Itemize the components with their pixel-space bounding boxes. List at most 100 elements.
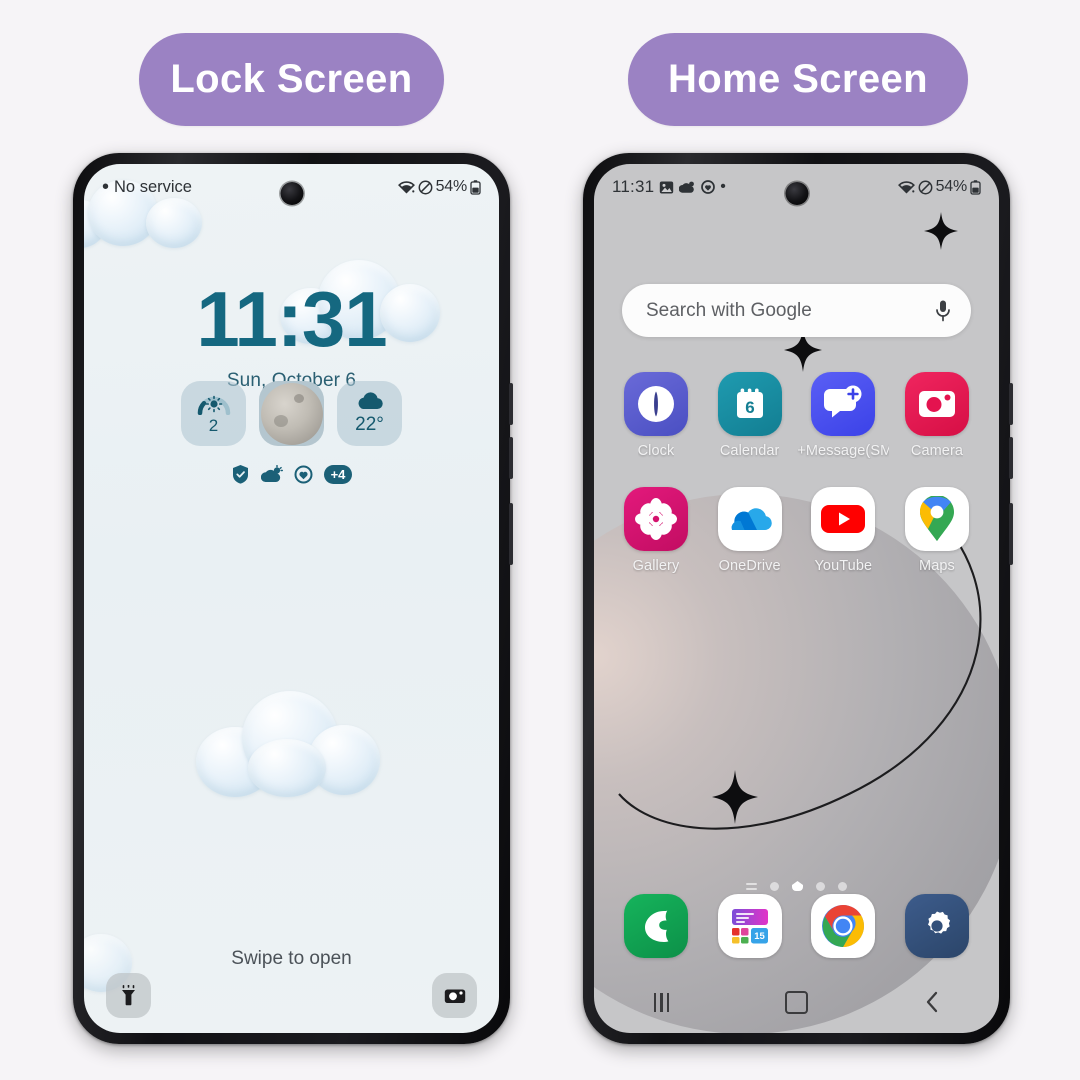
chrome-icon bbox=[811, 894, 876, 958]
lock-screen-display[interactable]: • No service 54% 11:31 Sun, 2 22° +4 Swi… bbox=[84, 164, 499, 1033]
app-label-plus-message: +Message(SM... bbox=[797, 443, 890, 459]
widget-day-number: 15 bbox=[754, 931, 765, 942]
lock-time: 11:31 bbox=[196, 275, 387, 363]
lock-clock[interactable]: 11:31 Sun, October 6 bbox=[84, 280, 499, 392]
app-row-2: Gallery OneDrive YouTube Maps bbox=[610, 487, 983, 574]
front-camera-punch-hole bbox=[280, 182, 303, 205]
volume-up-button-home[interactable] bbox=[1009, 383, 1013, 425]
lock-notification-icons: +4 bbox=[84, 464, 499, 484]
sun-gauge-icon bbox=[197, 395, 230, 415]
health-icon[interactable] bbox=[294, 465, 313, 484]
volume-up-button[interactable] bbox=[509, 383, 513, 425]
dock-widgets[interactable]: 15 bbox=[704, 894, 796, 958]
pages-list-icon[interactable] bbox=[746, 882, 757, 890]
app-label-onedrive: OneDrive bbox=[718, 558, 781, 574]
app-label-gallery: Gallery bbox=[632, 558, 680, 574]
maps-icon bbox=[904, 487, 969, 551]
camera-icon bbox=[444, 989, 465, 1003]
recents-button[interactable] bbox=[627, 982, 697, 1022]
back-button[interactable] bbox=[897, 982, 967, 1022]
power-button[interactable] bbox=[509, 503, 513, 565]
camera-app-icon bbox=[904, 372, 969, 436]
shield-icon[interactable] bbox=[231, 464, 250, 484]
swipe-to-open-hint: Swipe to open bbox=[231, 948, 352, 969]
search-placeholder: Search with Google bbox=[646, 299, 812, 321]
app-label-calendar: Calendar bbox=[719, 443, 780, 459]
cloud-icon bbox=[358, 392, 383, 410]
phone-icon bbox=[624, 894, 688, 958]
page-dot-active[interactable] bbox=[792, 881, 803, 891]
wallpaper-sparkle-top bbox=[924, 212, 958, 250]
uv-index-widget[interactable]: 2 bbox=[181, 381, 246, 446]
calendar-icon: 6 bbox=[717, 372, 782, 436]
message-icon bbox=[811, 372, 876, 436]
front-camera-punch-hole-home bbox=[785, 182, 808, 205]
home-button[interactable] bbox=[762, 982, 832, 1022]
home-screen-label-text: Home Screen bbox=[667, 57, 929, 101]
dock-chrome[interactable] bbox=[797, 894, 889, 958]
gallery-icon bbox=[624, 487, 688, 551]
home-screen-section-label: Home Screen bbox=[628, 33, 968, 126]
navigation-bar bbox=[594, 979, 999, 1025]
dock: 15 bbox=[610, 894, 983, 958]
weather-notification-icon[interactable] bbox=[260, 464, 283, 484]
recents-icon bbox=[653, 992, 670, 1012]
app-camera[interactable]: Camera bbox=[891, 372, 983, 459]
app-maps[interactable]: Maps bbox=[891, 487, 983, 574]
wifi-icon-home bbox=[897, 181, 915, 194]
lock-screen-phone: • No service 54% 11:31 Sun, 2 22° +4 Swi… bbox=[73, 153, 513, 1044]
page-dot-3[interactable] bbox=[816, 881, 825, 891]
power-button-home[interactable] bbox=[1009, 503, 1013, 565]
flashlight-shortcut[interactable] bbox=[106, 973, 151, 1018]
onedrive-icon bbox=[717, 487, 782, 551]
volume-down-button[interactable] bbox=[509, 437, 513, 479]
dock-settings[interactable] bbox=[891, 894, 983, 958]
app-plus-message[interactable]: +Message(SM... bbox=[797, 372, 889, 459]
microphone-icon[interactable] bbox=[935, 299, 951, 323]
home-icon bbox=[785, 990, 808, 1014]
app-row-1: Clock 6 Calendar +Message(SM Camera bbox=[610, 372, 983, 459]
app-clock[interactable]: Clock bbox=[610, 372, 702, 459]
app-onedrive[interactable]: OneDrive bbox=[704, 487, 796, 574]
wifi-icon bbox=[397, 181, 415, 194]
app-youtube[interactable]: YouTube bbox=[797, 487, 889, 574]
moon-icon bbox=[260, 382, 323, 445]
app-grid: Clock 6 Calendar +Message(SM Camera Gall… bbox=[610, 372, 983, 602]
back-icon bbox=[926, 991, 937, 1013]
wallpaper-cloud-center bbox=[196, 691, 380, 797]
volume-down-button-home[interactable] bbox=[1009, 437, 1013, 479]
do-not-disturb-icon bbox=[418, 180, 433, 194]
carrier-label: No service bbox=[114, 177, 192, 196]
uv-index-value: 2 bbox=[208, 415, 219, 435]
youtube-icon bbox=[811, 487, 876, 551]
weather-status-icon bbox=[679, 181, 695, 193]
google-search-bar[interactable]: Search with Google bbox=[622, 284, 971, 337]
weather-widget[interactable]: 22° bbox=[337, 381, 402, 446]
widgets-icon: 15 bbox=[717, 894, 782, 958]
page-indicator[interactable] bbox=[594, 881, 999, 891]
lock-screen-section-label: Lock Screen bbox=[139, 33, 444, 126]
health-status-icon bbox=[701, 180, 716, 194]
weather-temperature: 22° bbox=[355, 414, 384, 435]
flashlight-icon bbox=[122, 985, 135, 1006]
moon-phase-widget[interactable] bbox=[259, 381, 324, 446]
camera-shortcut[interactable] bbox=[432, 973, 477, 1018]
more-notifications-badge[interactable]: +4 bbox=[323, 464, 353, 484]
do-not-disturb-icon-home bbox=[918, 180, 933, 194]
app-label-youtube: YouTube bbox=[814, 558, 873, 574]
status-time: 11:31 bbox=[612, 177, 655, 196]
app-calendar[interactable]: 6 Calendar bbox=[704, 372, 796, 459]
page-dot-4[interactable] bbox=[838, 881, 847, 891]
page-dot-1[interactable] bbox=[770, 881, 779, 891]
dock-phone[interactable] bbox=[610, 894, 702, 958]
lock-screen-label-text: Lock Screen bbox=[170, 57, 413, 101]
battery-icon bbox=[470, 179, 481, 195]
clock-icon bbox=[624, 372, 688, 436]
app-gallery[interactable]: Gallery bbox=[610, 487, 702, 574]
home-screen-phone: 11:31 • 54% Search with Google Clock 6 C… bbox=[583, 153, 1013, 1044]
app-label-camera: Camera bbox=[910, 443, 964, 459]
battery-percent-label: 54% bbox=[435, 178, 468, 195]
home-screen-display[interactable]: 11:31 • 54% Search with Google Clock 6 C… bbox=[594, 164, 999, 1033]
settings-icon bbox=[904, 894, 969, 958]
lock-widget-row: 2 22° bbox=[84, 381, 499, 446]
